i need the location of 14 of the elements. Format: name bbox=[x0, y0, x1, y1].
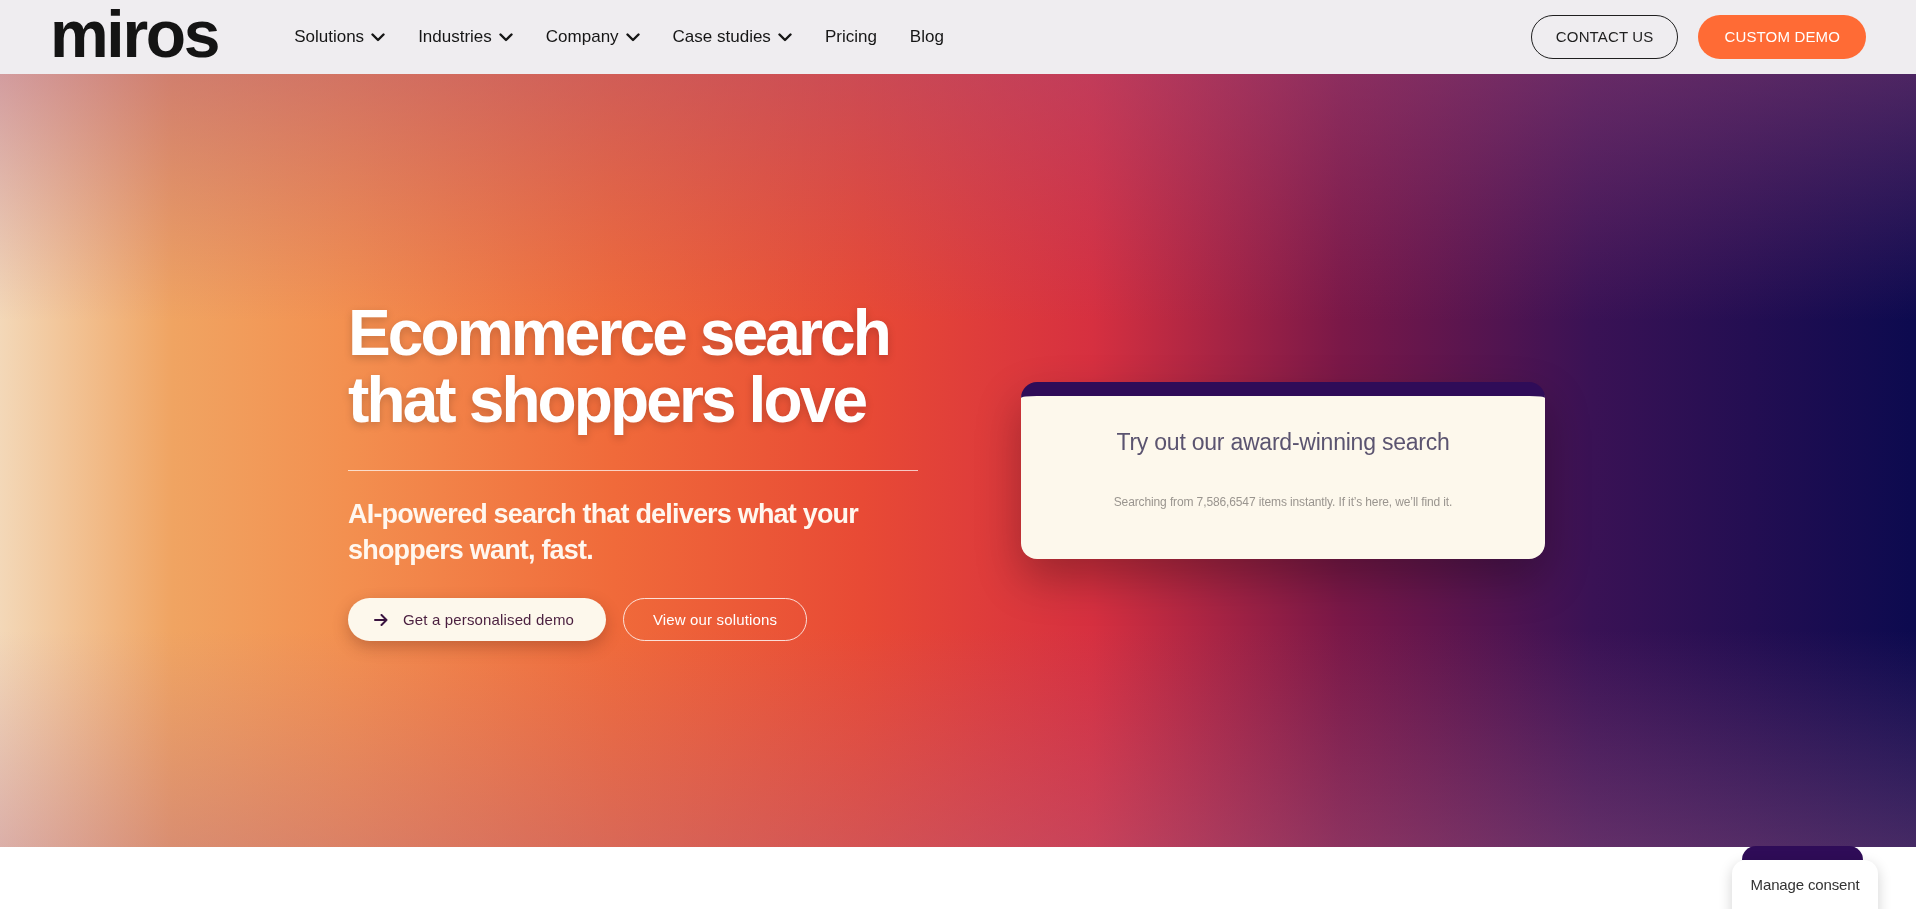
nav-link[interactable]: Pricing bbox=[824, 26, 877, 48]
nav-link[interactable]: Company bbox=[545, 26, 640, 48]
card-title: Try out our award-winning search bbox=[1116, 428, 1450, 456]
logo[interactable]: miros bbox=[50, 9, 219, 65]
arrow-right-icon bbox=[374, 613, 388, 626]
nav-link[interactable]: Industries bbox=[418, 26, 513, 48]
nav-link[interactable]: Blog bbox=[909, 26, 944, 48]
hero-subheading: AI-powered search that delivers what your shoppers want, fast. bbox=[348, 498, 860, 567]
manage-consent-button[interactable]: Manage consent bbox=[1732, 860, 1878, 909]
nav-link[interactable]: Case studies bbox=[672, 26, 792, 48]
hero-headline: Ecommerce search that shoppers love bbox=[348, 300, 890, 434]
demo-cta-button[interactable]: Get a personalised demo bbox=[348, 598, 606, 641]
card-subtitle: Searching from 7,586,6547 items instantly. If it’s here, we’ll find it. bbox=[1113, 494, 1453, 510]
nav-link[interactable]: Solutions bbox=[294, 26, 386, 48]
